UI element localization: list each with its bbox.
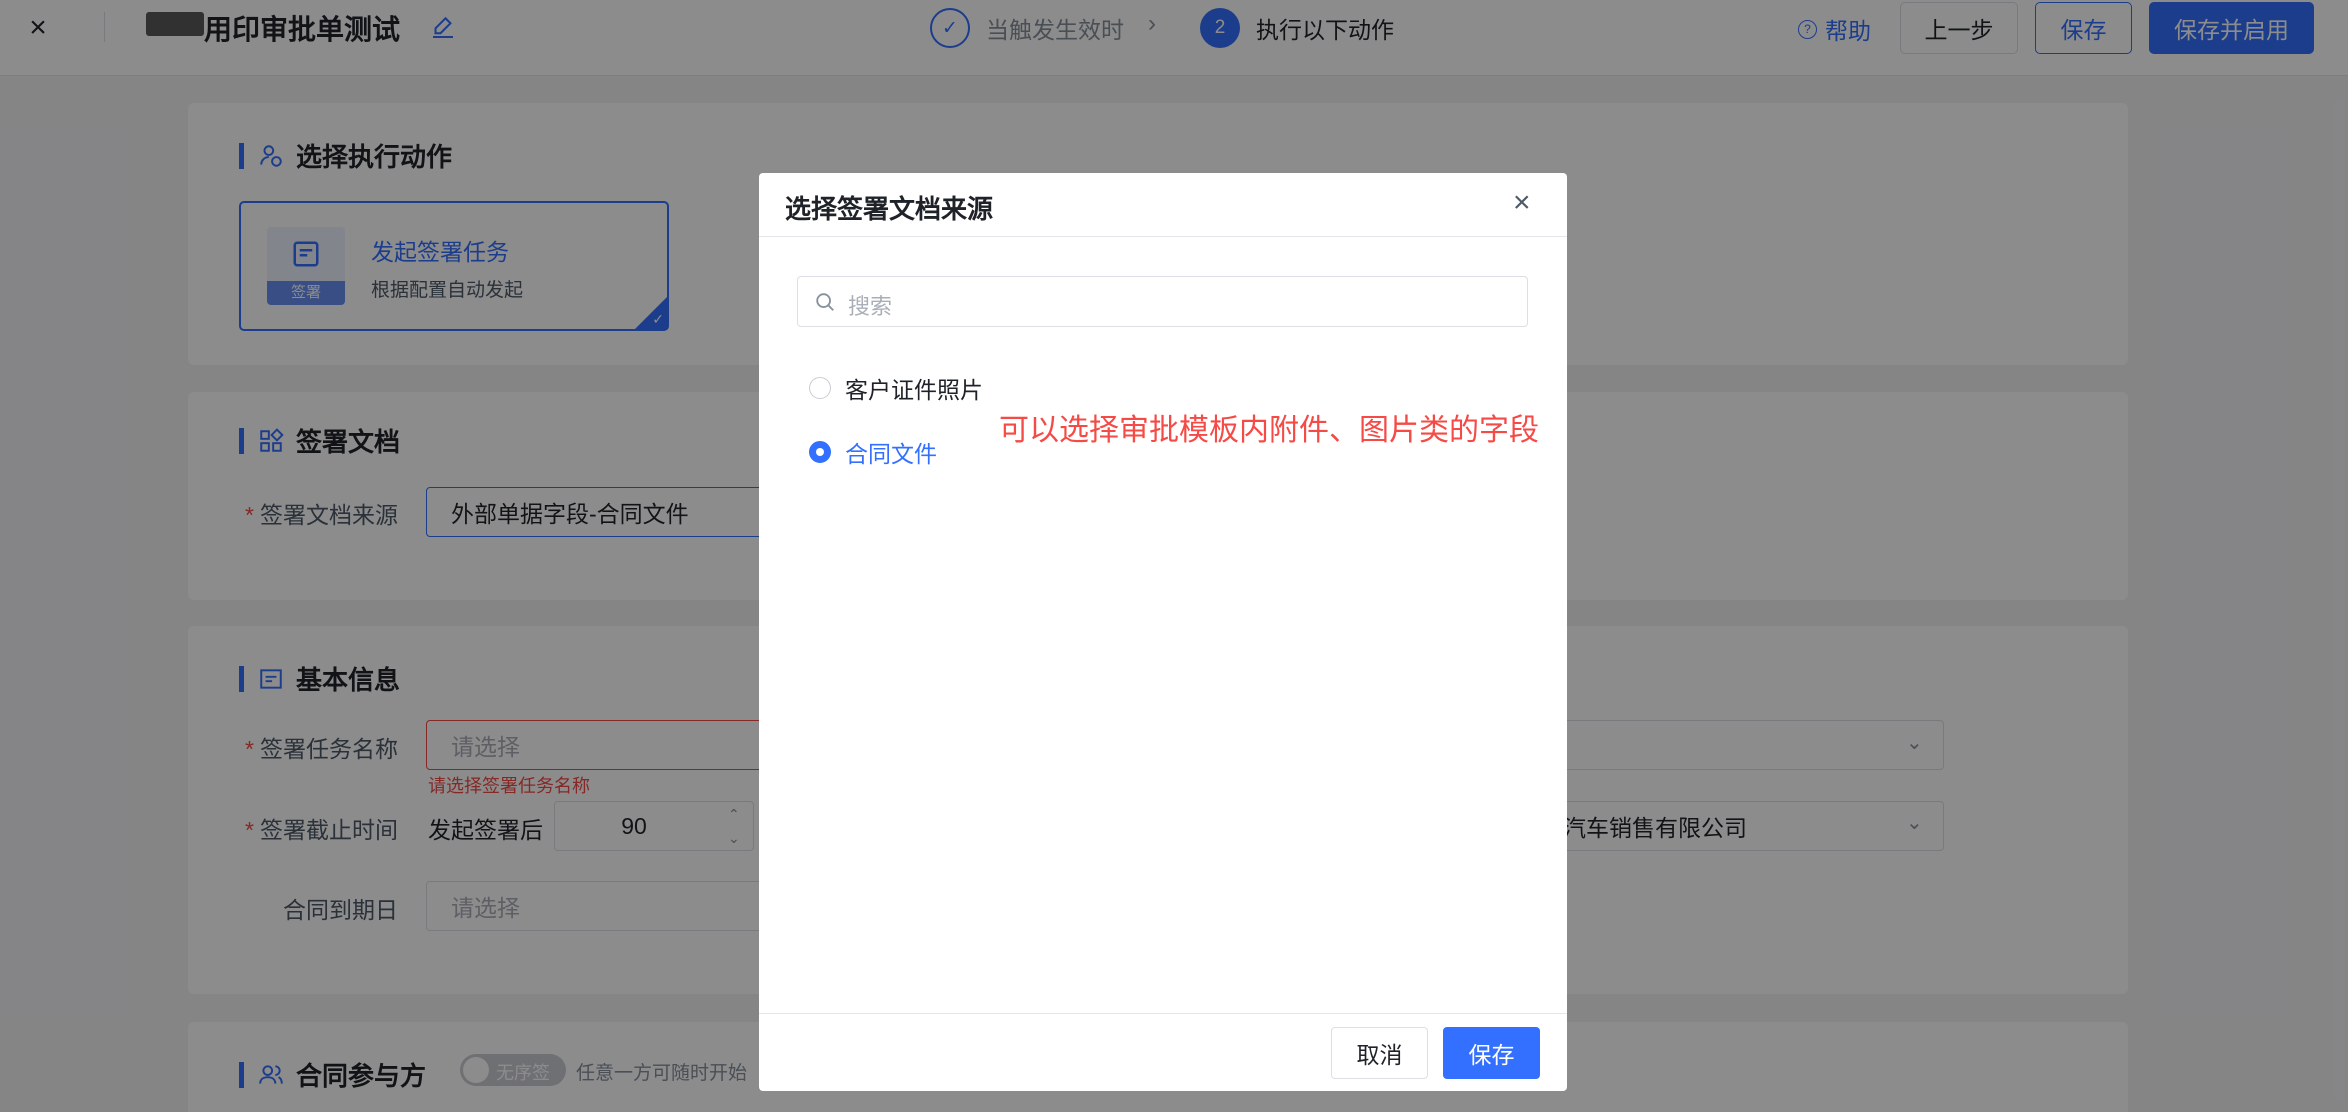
radio-button[interactable] — [809, 377, 831, 399]
option-customer-id-photo[interactable]: 客户证件照片 — [809, 371, 983, 405]
radio-button-selected[interactable] — [809, 441, 831, 463]
dialog-save-button[interactable]: 保存 — [1443, 1027, 1540, 1079]
option-label: 合同文件 — [845, 441, 937, 467]
option-label: 客户证件照片 — [845, 377, 983, 403]
dialog-header: 选择签署文档来源 × — [759, 173, 1567, 237]
select-doc-source-dialog: 选择签署文档来源 × 搜索 客户证件照片 合同文件 可以选择审批模板内附件、图片… — [759, 173, 1567, 1091]
option-contract-file[interactable]: 合同文件 — [809, 435, 937, 469]
search-input[interactable]: 搜索 — [797, 276, 1528, 327]
search-icon — [816, 293, 834, 311]
search-placeholder: 搜索 — [848, 294, 893, 319]
close-icon[interactable]: × — [1513, 187, 1531, 219]
annotation-note: 可以选择审批模板内附件、图片类的字段 — [999, 414, 1539, 447]
cancel-button[interactable]: 取消 — [1331, 1027, 1428, 1079]
dialog-title: 选择签署文档来源 — [785, 194, 994, 224]
